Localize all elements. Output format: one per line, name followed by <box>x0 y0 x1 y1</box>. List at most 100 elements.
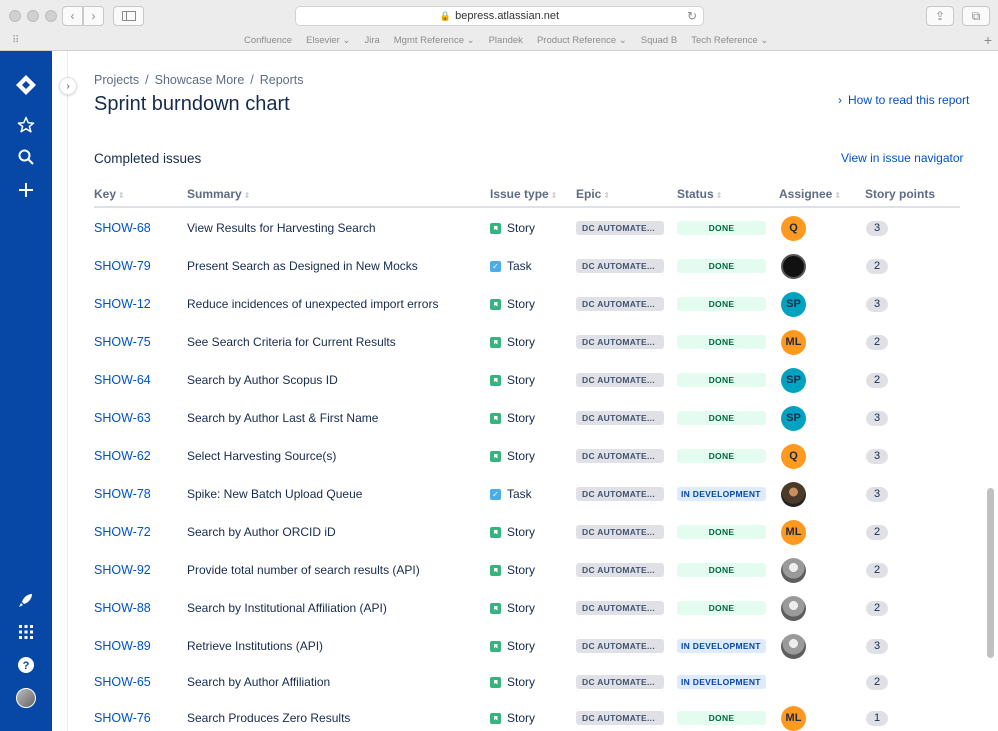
column-issue-type[interactable]: Issue type ⇕ <box>490 187 557 201</box>
epic-lozenge[interactable]: DC AUTOMATE... <box>576 221 664 235</box>
scrollbar[interactable] <box>987 488 994 658</box>
issue-type: Story <box>490 399 535 437</box>
bookmark-item[interactable]: Elsevier ⌄ <box>306 35 350 46</box>
jira-logo-icon[interactable] <box>14 73 38 97</box>
assignee-avatar[interactable]: SP <box>781 405 806 431</box>
assignee-avatar[interactable]: SP <box>781 291 806 317</box>
column-assignee[interactable]: Assignee ⇕ <box>779 187 841 201</box>
bookmark-item[interactable]: Product Reference ⌄ <box>537 35 627 46</box>
epic-cell: DC AUTOMATE... <box>576 627 664 665</box>
issue-key-link[interactable]: SHOW-63 <box>94 399 151 437</box>
search-icon[interactable] <box>14 145 38 169</box>
tabs-button[interactable]: ⧉ <box>962 6 990 26</box>
epic-lozenge[interactable]: DC AUTOMATE... <box>576 373 664 387</box>
issue-key-link[interactable]: SHOW-72 <box>94 513 151 551</box>
help-icon[interactable]: ? <box>14 653 38 677</box>
issue-key-link[interactable]: SHOW-76 <box>94 699 151 731</box>
column-story-points[interactable]: Story points <box>865 187 935 201</box>
status-badge: DONE <box>677 563 766 577</box>
issue-type-label: Story <box>507 601 536 615</box>
epic-lozenge[interactable]: DC AUTOMATE... <box>576 297 664 311</box>
assignee-cell: SP <box>781 399 806 437</box>
column-summary[interactable]: Summary ⇕ <box>187 187 250 201</box>
back-button[interactable]: ‹ <box>62 6 83 26</box>
new-tab-icon[interactable]: + <box>984 32 992 48</box>
address-bar[interactable]: 🔒 bepress.atlassian.net ↻ <box>295 6 704 26</box>
issue-key-link[interactable]: SHOW-62 <box>94 437 151 475</box>
issue-key-link[interactable]: SHOW-89 <box>94 627 151 665</box>
bookmark-item[interactable]: Squad B <box>641 35 677 46</box>
page-title: Sprint burndown chart <box>94 93 290 115</box>
column-epic[interactable]: Epic ⇕ <box>576 187 610 201</box>
breadcrumb-showcase-more[interactable]: Showcase More <box>155 73 245 87</box>
epic-lozenge[interactable]: DC AUTOMATE... <box>576 259 664 273</box>
assignee-avatar[interactable]: ML <box>781 705 806 731</box>
issue-key-link[interactable]: SHOW-92 <box>94 551 151 589</box>
issue-key-link[interactable]: SHOW-75 <box>94 323 151 361</box>
status-badge: DONE <box>677 373 766 387</box>
grid-icon[interactable]: ⠿ <box>12 35 19 46</box>
epic-lozenge[interactable]: DC AUTOMATE... <box>576 411 664 425</box>
rocket-icon[interactable] <box>14 588 38 612</box>
table-row: SHOW-63 Search by Author Last & First Nam… <box>94 399 960 437</box>
minimize-window-button[interactable] <box>27 10 39 22</box>
breadcrumb-projects[interactable]: Projects <box>94 73 139 87</box>
assignee-avatar[interactable] <box>781 481 806 507</box>
epic-lozenge[interactable]: DC AUTOMATE... <box>576 711 664 725</box>
epic-lozenge[interactable]: DC AUTOMATE... <box>576 675 664 689</box>
maximize-window-button[interactable] <box>45 10 57 22</box>
epic-lozenge[interactable]: DC AUTOMATE... <box>576 601 664 615</box>
create-icon[interactable] <box>14 178 38 202</box>
epic-cell: DC AUTOMATE... <box>576 663 664 701</box>
epic-lozenge[interactable]: DC AUTOMATE... <box>576 449 664 463</box>
epic-lozenge[interactable]: DC AUTOMATE... <box>576 563 664 577</box>
sidebar-toggle-button[interactable] <box>113 6 144 26</box>
issue-type: Story <box>490 323 535 361</box>
breadcrumb-reports[interactable]: Reports <box>260 73 304 87</box>
share-button[interactable]: ⇪ <box>926 6 954 26</box>
epic-lozenge[interactable]: DC AUTOMATE... <box>576 639 664 653</box>
app-switcher-icon[interactable] <box>14 620 38 644</box>
epic-lozenge[interactable]: DC AUTOMATE... <box>576 525 664 539</box>
epic-lozenge[interactable]: DC AUTOMATE... <box>576 335 664 349</box>
expand-sidebar-button[interactable]: › <box>59 77 77 95</box>
assignee-avatar[interactable]: Q <box>781 215 806 241</box>
story-icon <box>490 374 501 386</box>
close-window-button[interactable] <box>9 10 21 22</box>
bookmark-item[interactable]: Jira <box>364 35 379 46</box>
status-badge: DONE <box>677 449 766 463</box>
bookmark-item[interactable]: Mgmt Reference ⌄ <box>394 35 475 46</box>
table-row: SHOW-92 Provide total number of search re… <box>94 551 960 589</box>
reload-icon[interactable]: ↻ <box>687 9 697 23</box>
profile-avatar[interactable] <box>16 688 36 708</box>
epic-lozenge[interactable]: DC AUTOMATE... <box>576 487 664 501</box>
story-icon <box>490 712 501 724</box>
assignee-avatar[interactable] <box>781 557 806 583</box>
issue-key-link[interactable]: SHOW-12 <box>94 285 151 323</box>
issue-key-link[interactable]: SHOW-65 <box>94 663 151 701</box>
issue-key-link[interactable]: SHOW-64 <box>94 361 151 399</box>
bookmark-item[interactable]: Confluence <box>244 35 292 46</box>
issue-key-link[interactable]: SHOW-88 <box>94 589 151 627</box>
assignee-avatar[interactable] <box>781 595 806 621</box>
assignee-avatar[interactable]: Q <box>781 443 806 469</box>
how-to-read-link[interactable]: › How to read this report <box>838 93 969 107</box>
sidebar-icon <box>121 11 136 21</box>
assignee-avatar[interactable] <box>781 633 806 659</box>
assignee-avatar[interactable]: ML <box>781 519 806 545</box>
issue-key-link[interactable]: SHOW-68 <box>94 209 151 247</box>
star-icon[interactable] <box>14 113 38 137</box>
issue-key-link[interactable]: SHOW-79 <box>94 247 151 285</box>
assignee-avatar[interactable]: ML <box>781 329 806 355</box>
view-in-issue-navigator-link[interactable]: View in issue navigator <box>841 151 964 165</box>
bookmark-item[interactable]: Tech Reference ⌄ <box>691 35 768 46</box>
column-status[interactable]: Status ⇕ <box>677 187 722 201</box>
status-cell: DONE <box>677 247 766 285</box>
issue-key-link[interactable]: SHOW-78 <box>94 475 151 513</box>
forward-button[interactable]: › <box>83 6 104 26</box>
story-points-cell: 2 <box>866 589 888 627</box>
assignee-avatar[interactable] <box>781 253 806 279</box>
assignee-avatar[interactable]: SP <box>781 367 806 393</box>
bookmark-item[interactable]: Plandek <box>489 35 523 46</box>
column-key[interactable]: Key ⇕ <box>94 187 125 201</box>
